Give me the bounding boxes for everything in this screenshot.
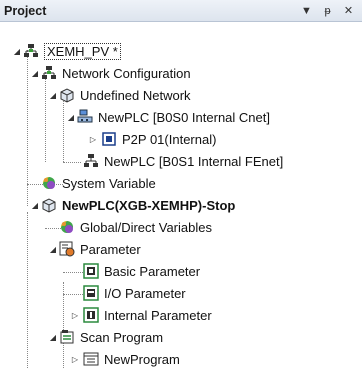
project-panel-header: Project ▼ ᵽ ✕ <box>0 0 362 22</box>
tree-node-basic-parameter[interactable]: Basic Parameter <box>82 260 200 282</box>
tree-connector <box>63 162 81 163</box>
expand-toggle[interactable]: ◢ <box>48 84 58 106</box>
system-variable-icon <box>40 174 58 192</box>
tree-node-label: Basic Parameter <box>104 263 201 279</box>
tree-connector <box>63 272 83 273</box>
tree-node-label: Scan Program <box>80 329 164 345</box>
close-icon[interactable]: ✕ <box>341 3 356 18</box>
network-tree-icon <box>22 42 40 60</box>
plc-cube-icon <box>40 196 58 214</box>
expand-toggle[interactable]: ◢ <box>48 238 58 260</box>
program-icon <box>82 350 100 368</box>
tree-node-parameter[interactable]: Parameter <box>58 238 141 260</box>
expand-toggle[interactable]: ◢ <box>30 62 40 84</box>
tree-connector <box>63 294 83 295</box>
expand-toggle[interactable]: ◢ <box>48 326 58 348</box>
tree-node-internal-parameter[interactable]: Internal Parameter <box>82 304 212 326</box>
tree-node-label: NewPLC [B0S0 Internal Cnet] <box>98 109 270 125</box>
global-variables-icon <box>58 218 76 236</box>
scan-program-icon <box>58 328 76 346</box>
expand-toggle[interactable]: ◢ <box>66 106 76 128</box>
tree-node-label: I/O Parameter <box>104 285 186 301</box>
internal-parameter-icon <box>82 306 100 324</box>
tree-node-label: Global/Direct Variables <box>80 219 212 235</box>
tree-node-new-program[interactable]: NewProgram <box>82 348 180 369</box>
fenet-icon <box>82 152 100 170</box>
tree-connector <box>27 50 28 206</box>
expand-toggle[interactable]: ◢ <box>30 194 40 216</box>
expand-toggle[interactable]: ▷ <box>70 348 80 369</box>
panel-title: Project <box>4 3 47 18</box>
tree-node-label: Internal Parameter <box>104 307 212 323</box>
expand-toggle[interactable]: ◢ <box>12 40 22 62</box>
tree-node-label: XEMH_PV * <box>44 42 121 60</box>
tree-node-global-variables[interactable]: Global/Direct Variables <box>58 216 212 238</box>
cnet-icon <box>76 108 94 126</box>
tree-node-network-configuration[interactable]: Network Configuration <box>40 62 191 84</box>
project-tree: ◢ XEMH_PV * ◢ Network Configuration ◢ Un… <box>0 22 362 369</box>
tree-node-scan-program[interactable]: Scan Program <box>58 326 163 348</box>
tree-node-label: NewPLC [B0S1 Internal FEnet] <box>104 153 284 169</box>
tree-node-plc-main[interactable]: NewPLC(XGB-XEMHP)-Stop <box>40 194 235 216</box>
tree-connector <box>45 72 46 162</box>
tree-node-label: NewPLC(XGB-XEMHP)-Stop <box>62 197 236 213</box>
pin-icon[interactable]: ᵽ <box>320 3 335 18</box>
tree-node-label: Parameter <box>80 241 141 257</box>
io-parameter-icon <box>82 284 100 302</box>
p2p-icon <box>100 130 118 148</box>
network-cube-icon <box>58 86 76 104</box>
tree-node-undefined-network[interactable]: Undefined Network <box>58 84 191 106</box>
tree-node-root[interactable]: XEMH_PV * <box>22 40 121 62</box>
expand-toggle[interactable]: ▷ <box>70 304 80 326</box>
tree-node-system-variable[interactable]: System Variable <box>40 172 156 194</box>
tree-node-label: Network Configuration <box>62 65 191 81</box>
tree-connector <box>27 212 28 369</box>
expand-toggle[interactable]: ▷ <box>88 128 98 150</box>
parameter-icon <box>58 240 76 258</box>
basic-parameter-icon <box>82 262 100 280</box>
tree-node-p2p[interactable]: P2P 01(Internal) <box>100 128 216 150</box>
tree-node-label: P2P 01(Internal) <box>122 131 217 147</box>
network-config-icon <box>40 64 58 82</box>
tree-node-label: NewProgram <box>104 351 180 367</box>
tree-node-io-parameter[interactable]: I/O Parameter <box>82 282 186 304</box>
dropdown-icon[interactable]: ▼ <box>299 3 314 18</box>
tree-node-label: System Variable <box>62 175 156 191</box>
tree-node-plc-cnet[interactable]: NewPLC [B0S0 Internal Cnet] <box>76 106 270 128</box>
tree-node-label: Undefined Network <box>80 87 191 103</box>
tree-node-plc-fenet[interactable]: NewPLC [B0S1 Internal FEnet] <box>82 150 283 172</box>
